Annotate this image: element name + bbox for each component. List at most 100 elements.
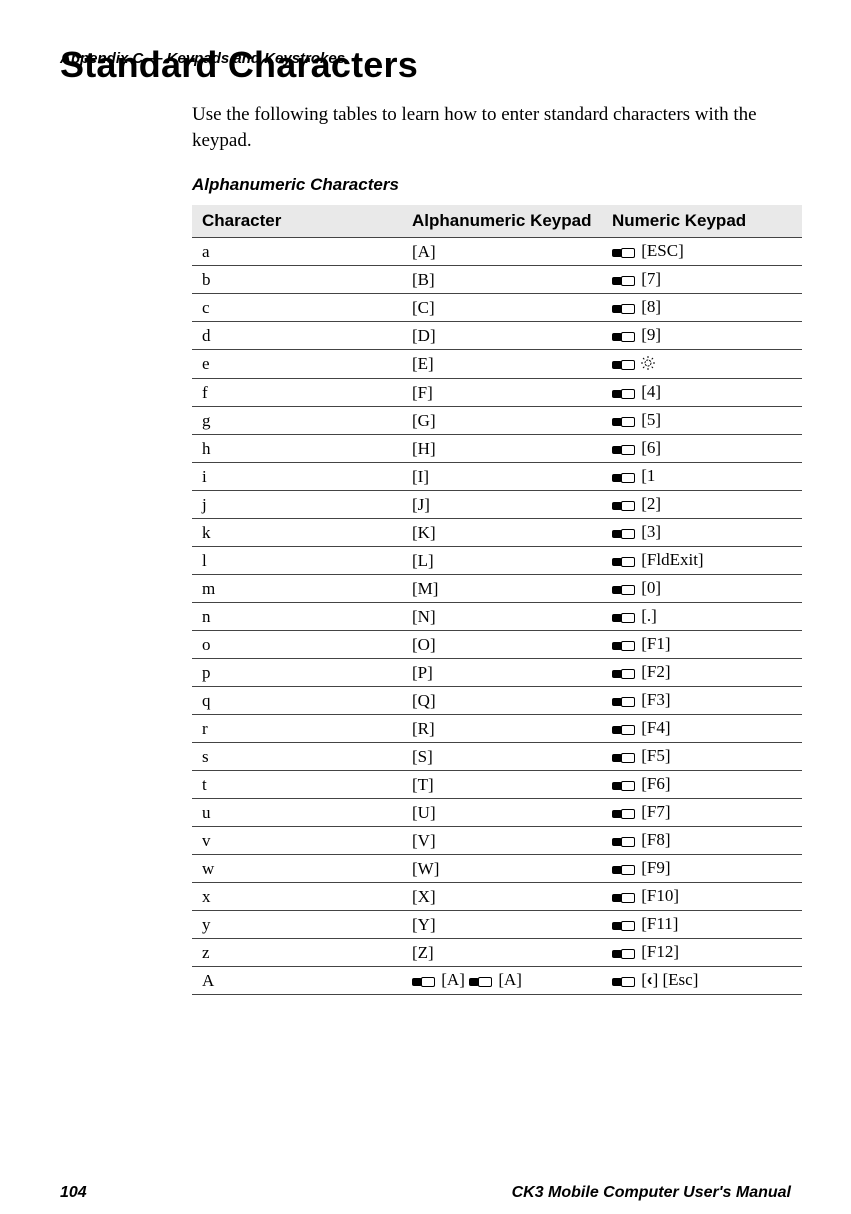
table-row: A [A] [A] [‹] [Esc] — [192, 967, 802, 995]
keymap-table: Character Alphanumeric Keypad Numeric Ke… — [192, 205, 802, 995]
modifier-key-icon — [612, 719, 635, 739]
cell-alpha: [P] — [402, 659, 602, 687]
cell-alpha: [C] — [402, 294, 602, 322]
cell-numeric: [F11] — [602, 911, 802, 939]
cell-alpha: [Q] — [402, 687, 602, 715]
cell-alpha: [Y] — [402, 911, 602, 939]
cell-character: p — [192, 659, 402, 687]
cell-numeric: [F3] — [602, 687, 802, 715]
cell-character: x — [192, 883, 402, 911]
cell-numeric: [F10] — [602, 883, 802, 911]
modifier-key-icon — [612, 383, 635, 403]
cell-numeric: [5] — [602, 407, 802, 435]
table-row: y[Y] [F11] — [192, 911, 802, 939]
table-header-row: Character Alphanumeric Keypad Numeric Ke… — [192, 205, 802, 238]
modifier-key-icon — [612, 607, 635, 627]
cell-character: m — [192, 575, 402, 603]
table-row: s[S] [F5] — [192, 743, 802, 771]
table-row: k[K] [3] — [192, 519, 802, 547]
modifier-key-icon — [612, 663, 635, 683]
cell-numeric: [1 — [602, 463, 802, 491]
modifier-key-icon — [612, 270, 635, 290]
backlight-icon — [641, 355, 655, 375]
table-row: e[E] — [192, 350, 802, 379]
cell-character: u — [192, 799, 402, 827]
cell-alpha: [R] — [402, 715, 602, 743]
cell-alpha: [X] — [402, 883, 602, 911]
cell-character: y — [192, 911, 402, 939]
table-row: z[Z] [F12] — [192, 939, 802, 967]
numeric-text: [F11] — [641, 914, 678, 933]
modifier-key-icon — [612, 439, 635, 459]
cell-alpha: [E] — [402, 350, 602, 379]
cell-character: s — [192, 743, 402, 771]
cell-character: f — [192, 379, 402, 407]
cell-numeric: [0] — [602, 575, 802, 603]
cell-numeric: [F12] — [602, 939, 802, 967]
numeric-text: [2] — [641, 494, 661, 513]
table-row: q[Q] [F3] — [192, 687, 802, 715]
cell-numeric: [7] — [602, 266, 802, 294]
table-row: w[W] [F9] — [192, 855, 802, 883]
cell-numeric: [F8] — [602, 827, 802, 855]
numeric-text: [3] — [641, 522, 661, 541]
cell-alpha: [M] — [402, 575, 602, 603]
numeric-text: [F1] — [641, 634, 670, 653]
table-row: t[T] [F6] — [192, 771, 802, 799]
numeric-text: [4] — [641, 382, 661, 401]
cell-character: z — [192, 939, 402, 967]
page-number: 104 — [60, 1184, 87, 1202]
cell-character: q — [192, 687, 402, 715]
cell-numeric: [F9] — [602, 855, 802, 883]
modifier-key-icon — [612, 691, 635, 711]
numeric-text: [0] — [641, 578, 661, 597]
table-row: m[M] [0] — [192, 575, 802, 603]
numeric-text: [9] — [641, 325, 661, 344]
cell-numeric: [F6] — [602, 771, 802, 799]
cell-character: t — [192, 771, 402, 799]
col-alpha: Alphanumeric Keypad — [402, 205, 602, 238]
table-row: a[A] [ESC] — [192, 238, 802, 266]
cell-alpha: [U] — [402, 799, 602, 827]
cell-character: n — [192, 603, 402, 631]
modifier-key-icon — [612, 831, 635, 851]
numeric-text: [F9] — [641, 858, 670, 877]
table-row: f[F] [4] — [192, 379, 802, 407]
table-row: r[R] [F4] — [192, 715, 802, 743]
table-row: g[G] [5] — [192, 407, 802, 435]
table-title: Alphanumeric Characters — [192, 175, 791, 195]
cell-alpha: [N] — [402, 603, 602, 631]
table-row: p[P] [F2] — [192, 659, 802, 687]
cell-character: k — [192, 519, 402, 547]
modifier-key-icon — [612, 803, 635, 823]
cell-character: v — [192, 827, 402, 855]
modifier-key-icon — [612, 971, 635, 991]
cell-character: g — [192, 407, 402, 435]
cell-alpha: [A] [A] — [402, 967, 602, 995]
numeric-text: [F5] — [641, 746, 670, 765]
table-row: v[V] [F8] — [192, 827, 802, 855]
numeric-text: [7] — [641, 269, 661, 288]
alpha-text: [A] — [441, 970, 465, 989]
modifier-key-icon — [612, 411, 635, 431]
modifier-key-icon — [612, 635, 635, 655]
numeric-text: [6] — [641, 438, 661, 457]
cell-character: w — [192, 855, 402, 883]
modifier-key-icon — [612, 495, 635, 515]
numeric-text: [F3] — [641, 690, 670, 709]
numeric-text: [5] — [641, 410, 661, 429]
cell-numeric: [6] — [602, 435, 802, 463]
modifier-key-icon — [612, 859, 635, 879]
cell-alpha: [D] — [402, 322, 602, 350]
table-row: d[D] [9] — [192, 322, 802, 350]
cell-alpha: [L] — [402, 547, 602, 575]
intro-paragraph: Use the following tables to learn how to… — [192, 102, 771, 153]
cell-character: c — [192, 294, 402, 322]
numeric-text: [F12] — [641, 942, 679, 961]
table-row: c[C] [8] — [192, 294, 802, 322]
cell-numeric: [.] — [602, 603, 802, 631]
modifier-key-icon — [612, 579, 635, 599]
cell-numeric: [F2] — [602, 659, 802, 687]
table-row: i[I] [1 — [192, 463, 802, 491]
numeric-text: [FldExit] — [641, 550, 703, 569]
